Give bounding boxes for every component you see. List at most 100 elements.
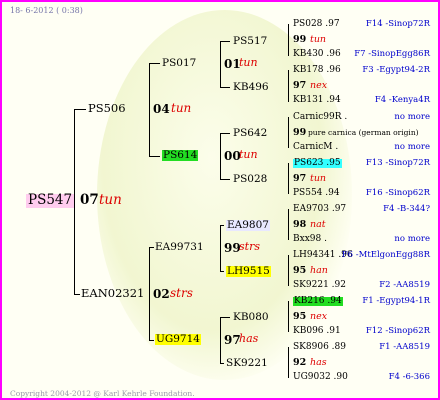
connector-line <box>220 133 230 134</box>
gen4-bottom[interactable]: KB096 .91 <box>293 327 341 336</box>
connector-line <box>288 24 289 56</box>
gen4-line: tun <box>310 34 327 45</box>
connector-line <box>288 255 289 286</box>
gen4-bottom[interactable]: CarnicM . <box>293 143 338 152</box>
root-line: tun <box>99 192 122 208</box>
gen4-bottom-right[interactable]: F16 -Sinop62R <box>366 189 430 198</box>
gen4-bottom-right[interactable]: F12 -Sinop62R <box>366 327 430 336</box>
pedigree-frame: 18- 6-2012 ( 0:38) PS547 07 tun PS506 04… <box>0 0 440 400</box>
gen4-year: 92 <box>293 357 307 368</box>
gen2-sd-name[interactable]: PS614 <box>162 150 199 161</box>
connector-line <box>74 109 75 294</box>
gen4-bottom[interactable]: KB430 .96 <box>293 50 341 59</box>
root-name[interactable]: PS547 <box>26 193 75 208</box>
gen3-ddd-name[interactable]: SK9221 <box>226 358 268 369</box>
gen3-sds-name[interactable]: PS642 <box>233 128 267 139</box>
connector-line <box>220 225 224 226</box>
gen4-bottom[interactable]: KB131 .94 <box>293 96 341 105</box>
gen3-sss-name[interactable]: PS517 <box>233 36 267 47</box>
sire-name[interactable]: PS506 <box>88 102 126 115</box>
gen4-bottom[interactable]: PS554 .94 <box>293 189 340 198</box>
connector-line <box>149 247 154 248</box>
connector-line <box>220 41 230 42</box>
gen4-top-right[interactable]: F1 -Egypt94-1R <box>362 297 430 306</box>
gen3-dss-name[interactable]: EA9807 <box>226 220 270 231</box>
gen4-top-right[interactable]: F6 -MtElgonEgg88R <box>342 251 430 260</box>
gen4-top[interactable]: EA9703 .97 <box>293 205 346 214</box>
connector-line <box>149 63 160 64</box>
gen4-top-right[interactable]: F14 -Sinop72R <box>366 20 430 29</box>
gen4-top[interactable]: Carnic99R . <box>293 113 347 122</box>
gen4-bottom-right[interactable]: no more <box>394 143 430 152</box>
connector-line <box>220 41 221 87</box>
gen4-bottom-right[interactable]: no more <box>394 235 430 244</box>
gen4-line: has <box>310 357 327 368</box>
gen4-top-right[interactable]: no more <box>394 113 430 122</box>
gen4-bottom-right[interactable]: F4 -6-366 <box>389 373 430 382</box>
connector-line <box>220 87 230 88</box>
connector-line <box>220 317 221 363</box>
connector-line <box>220 363 224 364</box>
gen4-year: 95 <box>293 311 307 322</box>
connector-line <box>149 340 154 341</box>
connector-line <box>288 163 289 194</box>
gen4-line: nat <box>310 219 326 230</box>
gen4-top[interactable]: KB178 .96 <box>293 66 341 75</box>
dam-name[interactable]: EAN02321 <box>81 287 144 300</box>
gen2-sd-line: tun <box>239 148 258 161</box>
gen4-top[interactable]: PS028 .97 <box>293 20 340 29</box>
connector-line <box>288 70 289 102</box>
gen4-bottom[interactable]: Bxx98 . <box>293 235 327 244</box>
gen4-year: 99 <box>293 34 307 45</box>
gen3-dsd-name[interactable]: LH9515 <box>226 266 271 277</box>
gen4-bottom[interactable]: SK9221 .92 <box>293 281 346 290</box>
gen4-top-right[interactable]: F13 -Sinop72R <box>366 159 430 168</box>
gen2-ds-line: strs <box>239 240 260 253</box>
gen4-year: 99 <box>293 127 307 138</box>
gen4-year: 95 <box>293 265 307 276</box>
gen4-line: han <box>310 265 328 276</box>
gen4-top[interactable]: SK8906 .89 <box>293 343 346 352</box>
gen4-line: tun <box>310 173 327 184</box>
connector-line <box>220 317 230 318</box>
gen4-year: 98 <box>293 219 307 230</box>
gen4-top[interactable]: PS623 .95 <box>293 159 342 168</box>
connector-line <box>74 109 86 110</box>
gen3-ssd-name[interactable]: KB496 <box>233 82 269 93</box>
gen3-sdd-name[interactable]: PS028 <box>233 174 267 185</box>
connector-line <box>74 294 80 295</box>
connector-line <box>220 225 221 271</box>
root-year: 07 <box>80 192 99 208</box>
dam-line: strs <box>170 286 193 300</box>
gen4-year: 97 <box>293 80 307 91</box>
gen4-top-right[interactable]: F3 -Egypt94-2R <box>362 66 430 75</box>
gen4-top[interactable]: KB216 .94 <box>293 297 343 306</box>
gen2-ss-name[interactable]: PS017 <box>162 58 196 69</box>
gen3-dds-name[interactable]: KB080 <box>233 312 269 323</box>
gen4-bottom-right[interactable]: F4 -Kenya4R <box>375 96 430 105</box>
gen2-ss-line: tun <box>239 56 258 69</box>
gen4-bottom-right[interactable]: F7 -SinopEgg86R <box>354 50 430 59</box>
copyright-notice: Copyright 2004-2012 @ Karl Kehrle Founda… <box>10 389 195 398</box>
gen4-line: nex <box>310 80 328 91</box>
connector-line <box>149 63 150 156</box>
print-date: 18- 6-2012 ( 0:38) <box>10 6 83 15</box>
connector-line <box>288 347 289 378</box>
dam-year: 02 <box>153 287 170 301</box>
connector-line <box>149 247 150 340</box>
connector-line <box>288 117 289 148</box>
sire-line: tun <box>171 101 192 115</box>
gen4-top-right[interactable]: F1 -AA8519 <box>379 343 430 352</box>
gen2-ds-name[interactable]: EA99731 <box>155 242 204 253</box>
gen4-line: pure carnica (german origin) <box>308 128 419 137</box>
connector-line <box>220 133 221 179</box>
gen4-bottom-right[interactable]: F2 -AA8519 <box>379 281 430 290</box>
connector-line <box>288 209 289 240</box>
gen4-bottom[interactable]: UG9032 .90 <box>293 373 348 382</box>
connector-line <box>288 301 289 332</box>
sire-year: 04 <box>153 102 170 116</box>
gen4-top-right[interactable]: F4 -B-344? <box>383 205 430 214</box>
gen4-line: nex <box>310 311 328 322</box>
gen2-dd-name[interactable]: UG9714 <box>155 334 201 345</box>
gen2-dd-line: has <box>239 332 259 345</box>
